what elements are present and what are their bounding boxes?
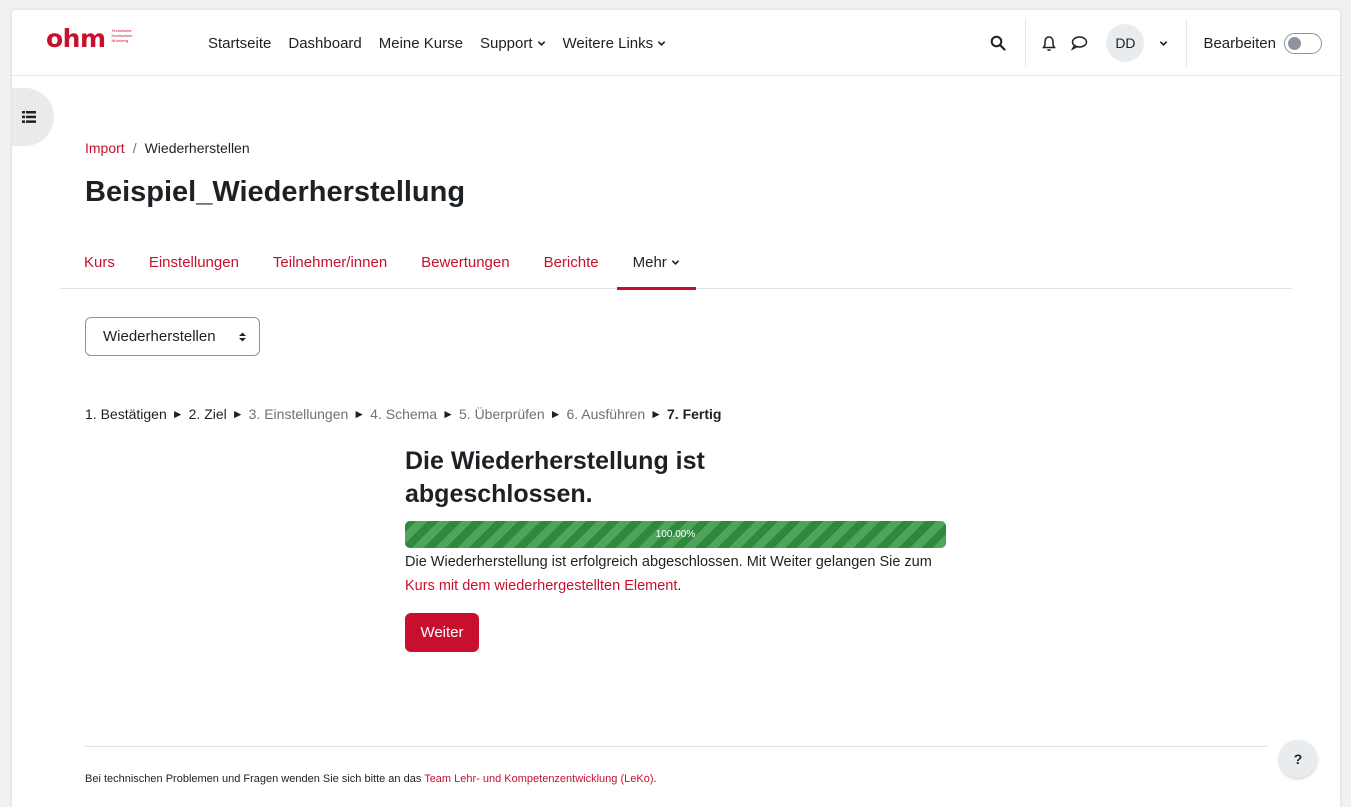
progress-label: 100.00%: [655, 529, 696, 540]
nav-item-label: Dashboard: [288, 34, 362, 52]
tab-label: Teilnehmer/innen: [272, 253, 388, 271]
tab-label: Einstellungen: [148, 253, 239, 271]
chevron-down-icon: [657, 40, 666, 46]
edit-mode-toggle[interactable]: [1284, 32, 1322, 54]
nav-divider: [1186, 19, 1188, 67]
tab-kurs[interactable]: Kurs: [84, 236, 115, 289]
step-schema: 4. Schema: [370, 406, 438, 422]
help-button[interactable]: ?: [1279, 740, 1317, 778]
step-arrow: ►: [549, 407, 562, 421]
list-icon: [22, 111, 36, 123]
footer-suffix: .: [653, 773, 657, 785]
tab-label: Bewertungen: [421, 253, 510, 271]
progress-bar: 100.00%: [405, 521, 946, 548]
top-navbar: ohm Technische Hochschule Nürnberg Start…: [12, 10, 1340, 76]
chevron-down-icon: [671, 259, 680, 265]
chevron-down-icon: [537, 40, 545, 46]
step-arrow: ►: [650, 407, 663, 421]
step-ziel: 2. Ziel: [188, 406, 227, 422]
tab-label: Mehr: [632, 253, 667, 271]
search-icon[interactable]: [987, 32, 1009, 54]
nav-divider: [1025, 19, 1027, 67]
edit-mode-label: Bearbeiten: [1203, 34, 1276, 52]
tab-berichte[interactable]: Berichte: [544, 236, 599, 289]
logo-sub-line: Nürnberg: [111, 38, 129, 43]
breadcrumb-separator: /: [132, 140, 137, 156]
nav-item-startseite[interactable]: Startseite: [208, 35, 271, 52]
tab-teilnehmer[interactable]: Teilnehmer/innen: [273, 236, 387, 289]
step-arrow: ►: [353, 407, 366, 421]
footer-note: Bei technischen Problemen und Fragen wen…: [85, 773, 657, 785]
tab-einstellungen[interactable]: Einstellungen: [149, 236, 239, 289]
breadcrumb-current: Wiederherstellen: [144, 140, 250, 156]
tab-label: Berichte: [543, 253, 599, 271]
nav-item-label: Support: [479, 34, 533, 52]
bell-icon[interactable]: [1038, 32, 1060, 54]
user-menu-chevron-icon[interactable]: [1150, 32, 1172, 54]
step-fertig: 7. Fertig: [667, 406, 722, 422]
nav-item-label: Startseite: [208, 34, 272, 52]
user-avatar[interactable]: DD: [1106, 24, 1145, 62]
toggle-knob: [1288, 36, 1301, 50]
footer-divider: [85, 746, 1267, 747]
footer-support-link[interactable]: Team Lehr- und Kompetenzentwicklung (LeK…: [424, 773, 653, 785]
primary-navigation: Startseite Dashboard Meine Kurse Support…: [208, 10, 683, 76]
step-einstellungen: 3. Einstellungen: [248, 406, 349, 422]
avatar-initials: DD: [1115, 35, 1136, 51]
step-bestaetigen: 1. Bestätigen: [85, 406, 167, 422]
restore-stepper: 1. Bestätigen ► 2. Ziel ► 3. Einstellung…: [85, 406, 721, 422]
nav-item-weitere-links[interactable]: Weitere Links: [563, 35, 667, 52]
step-ausfuehren: 6. Ausführen: [566, 406, 646, 422]
restore-complete-heading: Die Wiederherstellung ist abgeschlossen.: [405, 447, 705, 508]
tab-mehr[interactable]: Mehr: [616, 236, 697, 290]
select-arrows-icon: [238, 330, 247, 347]
restore-complete-panel: Die Wiederherstellung ist abgeschlossen.…: [405, 445, 950, 652]
tab-bewertungen[interactable]: Bewertungen: [421, 236, 509, 289]
breadcrumb-link-import[interactable]: Import: [85, 140, 125, 156]
nav-item-support[interactable]: Support: [480, 35, 546, 52]
message-text-end: .: [677, 578, 682, 594]
logo-wordmark: ohm: [46, 24, 106, 53]
tab-label: Kurs: [84, 253, 115, 271]
secondary-navigation: Kurs Einstellungen Teilnehmer/innen Bewe…: [60, 236, 1292, 290]
restored-course-link[interactable]: Kurs mit dem wiederhergestellten Element: [405, 578, 677, 594]
action-select[interactable]: Wiederherstellen: [85, 317, 260, 356]
select-value: Wiederherstellen: [103, 328, 216, 345]
page-window: ohm Technische Hochschule Nürnberg Start…: [12, 10, 1340, 807]
message-text: Die Wiederherstellung ist erfolgreich ab…: [405, 554, 932, 570]
footer-text: Bei technischen Problemen und Fragen wen…: [85, 773, 425, 785]
restore-complete-message: Die Wiederherstellung ist erfolgreich ab…: [405, 550, 946, 598]
user-navigation: DD Bearbeiten: [987, 10, 1340, 76]
step-arrow: ►: [231, 407, 244, 421]
step-arrow: ►: [442, 407, 454, 421]
step-arrow: ►: [171, 407, 184, 421]
course-index-toggle[interactable]: [12, 88, 54, 146]
continue-button[interactable]: Weiter: [405, 613, 479, 652]
nav-item-meine-kurse[interactable]: Meine Kurse: [379, 35, 463, 52]
step-ueberpruefen: 5. Überprüfen: [459, 406, 545, 422]
breadcrumb: Import / Wiederherstellen: [85, 140, 250, 156]
nav-item-label: Meine Kurse: [378, 34, 463, 52]
page-title: Beispiel_Wiederherstellung: [85, 176, 466, 208]
chat-bubble-icon[interactable]: [1068, 32, 1090, 54]
nav-item-dashboard[interactable]: Dashboard: [288, 35, 361, 52]
logo-subtitle: Technische Hochschule Nürnberg: [112, 28, 133, 43]
nav-item-label: Weitere Links: [562, 34, 654, 52]
site-logo[interactable]: ohm Technische Hochschule Nürnberg: [46, 26, 132, 51]
